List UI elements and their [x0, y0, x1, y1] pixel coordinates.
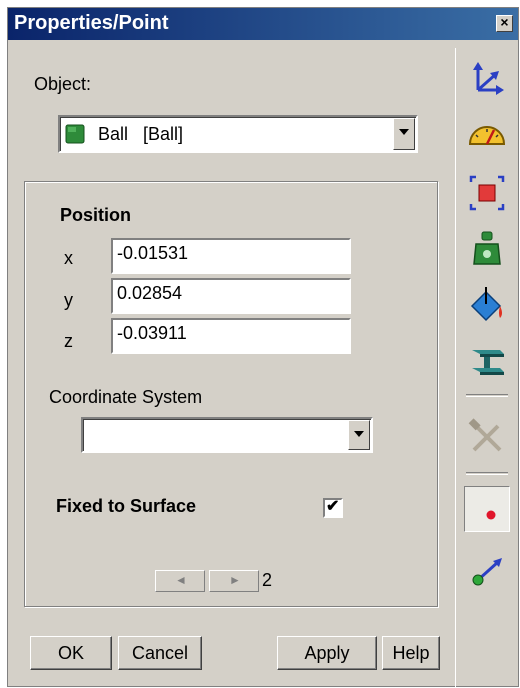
prev-page-button[interactable]: ◄: [155, 570, 205, 592]
paint-bucket-icon: [470, 287, 502, 322]
chevron-right-icon: ►: [229, 573, 241, 587]
help-button[interactable]: Help: [382, 636, 440, 670]
bounding-box-icon: [469, 175, 505, 211]
object-select[interactable]: Ball [Ball]: [58, 115, 418, 153]
object-label: Object:: [34, 74, 92, 94]
apply-button[interactable]: Apply: [277, 636, 377, 670]
gauge-icon: [468, 126, 506, 145]
axes-icon: [473, 62, 504, 95]
point-icon: [486, 510, 496, 520]
properties-dialog: Properties/Point × Object: Ball [Ball] P…: [7, 7, 519, 688]
toolbar-separator: [466, 472, 508, 475]
chevron-down-icon[interactable]: [393, 118, 415, 150]
title-bar: Properties/Point ×: [8, 8, 518, 40]
y-field[interactable]: 0.02854: [111, 278, 351, 314]
z-field[interactable]: -0.03911: [111, 318, 351, 354]
check-icon: ✔: [326, 498, 340, 515]
axes-button[interactable]: [466, 58, 508, 100]
coordinate-system-label: Coordinate System: [49, 387, 203, 407]
window-title: Properties/Point: [14, 12, 169, 34]
fixed-to-surface-checkbox[interactable]: ✔: [323, 498, 343, 518]
tools-button[interactable]: [466, 416, 508, 458]
property-toolbar: [455, 48, 516, 688]
chevron-left-icon: ◄: [175, 573, 187, 587]
toolbar-separator: [466, 394, 508, 397]
x-label: x: [64, 248, 73, 268]
gauge-button[interactable]: [466, 114, 508, 156]
close-button[interactable]: ×: [496, 15, 513, 32]
coordinate-system-select[interactable]: [81, 417, 373, 453]
close-icon: ×: [500, 14, 509, 30]
beam-icon: [472, 350, 504, 375]
x-field[interactable]: -0.01531: [111, 238, 351, 274]
cancel-button[interactable]: Cancel: [118, 636, 202, 670]
paint-bucket-button[interactable]: [466, 284, 508, 326]
mass-button[interactable]: [466, 228, 508, 270]
vector-icon: [472, 558, 502, 586]
beam-button[interactable]: [466, 340, 508, 382]
point-button[interactable]: [464, 486, 510, 532]
mass-icon: [473, 231, 501, 265]
next-page-button[interactable]: ►: [209, 570, 259, 592]
bounding-box-button[interactable]: [466, 172, 508, 214]
object-select-value: Ball [Ball]: [98, 124, 184, 144]
fixed-to-surface-label: Fixed to Surface: [56, 496, 197, 516]
y-label: y: [64, 290, 73, 310]
ok-button[interactable]: OK: [30, 636, 112, 670]
chevron-down-icon[interactable]: [348, 420, 370, 450]
tools-icon: [468, 418, 502, 452]
page-number: 2: [262, 570, 273, 590]
z-label: z: [64, 331, 73, 351]
green-cube-icon: [65, 124, 85, 144]
position-heading: Position: [60, 205, 131, 225]
vector-button[interactable]: [466, 550, 508, 592]
